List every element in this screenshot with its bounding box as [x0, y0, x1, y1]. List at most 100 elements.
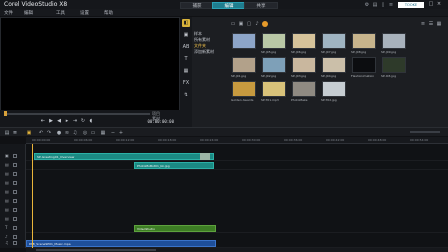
- instant-project-icon[interactable]: ▣: [182, 31, 190, 39]
- track-lane[interactable]: [26, 162, 448, 170]
- title-icon[interactable]: T: [182, 55, 190, 63]
- menu-edit[interactable]: 编辑: [24, 10, 33, 16]
- track-toggle[interactable]: [13, 241, 17, 245]
- track-toggle[interactable]: [13, 235, 17, 239]
- end-icon[interactable]: ⇥: [72, 118, 78, 124]
- photo-filter-icon[interactable]: ▢: [246, 21, 252, 27]
- preview-scrubber[interactable]: [4, 113, 150, 115]
- library-item[interactable]: [352, 33, 376, 49]
- play-icon[interactable]: ▶: [48, 118, 54, 124]
- timeline-ruler[interactable]: 00:00:00:00 00:00:06:00 00:00:12:00 00:0…: [26, 137, 448, 144]
- library-item[interactable]: [292, 81, 316, 97]
- track-toggle[interactable]: [13, 181, 17, 185]
- library-item[interactable]: [382, 33, 406, 49]
- track-toggle[interactable]: [13, 217, 17, 221]
- tab-edit[interactable]: 编辑: [212, 2, 246, 9]
- list-view-icon[interactable]: ☰: [428, 21, 434, 27]
- storyboard-view-icon[interactable]: ▤: [4, 130, 10, 136]
- library-item[interactable]: [232, 81, 256, 97]
- subtitle-icon[interactable]: ▭: [90, 130, 96, 136]
- document-icon[interactable]: ▯: [380, 2, 386, 8]
- library-item[interactable]: [292, 33, 316, 49]
- library-item-label: SP-T02.jpg: [321, 98, 337, 102]
- import-icon[interactable]: ▭: [230, 21, 236, 27]
- track-lane[interactable]: [26, 225, 448, 233]
- library-item-label: SP-J07.jpg: [321, 50, 337, 54]
- media-icon[interactable]: ◧: [182, 19, 190, 27]
- library-item[interactable]: [292, 57, 316, 73]
- redo-icon[interactable]: ↷: [46, 130, 52, 136]
- preview-window[interactable]: [0, 17, 180, 124]
- home-icon[interactable]: ⇤: [40, 118, 46, 124]
- close-icon[interactable]: ×: [436, 1, 442, 7]
- tab-capture[interactable]: 捕获: [180, 2, 214, 9]
- library-item[interactable]: [262, 57, 286, 73]
- overlay-clip[interactable]: PhotoMoBot01_bk.jpg: [134, 162, 214, 169]
- timeline-view-icon[interactable]: ≣: [12, 130, 18, 136]
- auto-music-icon[interactable]: ♫: [72, 130, 78, 136]
- timeline-scrollbar[interactable]: [26, 248, 448, 252]
- folder-add-new[interactable]: 添加新素材: [194, 49, 228, 54]
- gear-icon[interactable]: ⚙: [364, 2, 370, 8]
- tab-share[interactable]: 共享: [244, 2, 278, 9]
- library-item[interactable]: [262, 81, 286, 97]
- grid-view-icon[interactable]: ▦: [436, 21, 442, 27]
- library-item[interactable]: [382, 57, 406, 73]
- library-item[interactable]: [322, 57, 346, 73]
- motion-tracking-icon[interactable]: ◎: [82, 130, 88, 136]
- library-item[interactable]: [262, 33, 286, 49]
- film-icon[interactable]: ▤: [372, 2, 378, 8]
- library-item[interactable]: [322, 81, 346, 97]
- graphic-icon[interactable]: ▦: [182, 67, 190, 75]
- import-media-icon[interactable]: [262, 21, 268, 27]
- menu-file[interactable]: 文件: [4, 10, 13, 16]
- library-item[interactable]: [322, 33, 346, 49]
- timecode-readout[interactable]: 00:00:00:00: [148, 119, 175, 124]
- timeline-zoom-slider[interactable]: [410, 131, 440, 133]
- repeat-icon[interactable]: ↻: [80, 118, 86, 124]
- audio-filter-icon[interactable]: ♪: [254, 21, 260, 27]
- track-toggle[interactable]: [13, 199, 17, 203]
- library-item[interactable]: [232, 33, 256, 49]
- track-toggle[interactable]: [13, 172, 17, 176]
- multi-camera-icon[interactable]: ▦: [100, 130, 106, 136]
- music-clip[interactable]: PAB_SceneSP01_Music.mpa: [26, 240, 216, 247]
- voice-track-icon: ♪: [5, 234, 8, 239]
- volume-icon[interactable]: ◖: [88, 118, 94, 124]
- zoom-in-icon[interactable]: +: [118, 130, 124, 136]
- undo-icon[interactable]: ↶: [38, 130, 44, 136]
- track-toggle[interactable]: [13, 208, 17, 212]
- scrubber-handle[interactable]: [4, 111, 7, 116]
- library-item[interactable]: [352, 57, 376, 73]
- previous-frame-icon[interactable]: ◀: [56, 118, 62, 124]
- track-toggle[interactable]: [13, 226, 17, 230]
- menu-help[interactable]: 帮助: [104, 10, 113, 16]
- library-item[interactable]: [232, 57, 256, 73]
- playhead[interactable]: [32, 144, 33, 248]
- library-item-label: SP-I03.jpg: [381, 74, 397, 78]
- scrollbar-thumb[interactable]: [36, 249, 156, 251]
- next-frame-icon[interactable]: ▸: [64, 118, 70, 124]
- fx-icon[interactable]: FX: [182, 79, 190, 87]
- folder-samples[interactable]: 样本: [194, 31, 228, 36]
- record-icon[interactable]: ●: [56, 130, 62, 136]
- library-toolbar: ▭ ▣ ▢ ♪ ≡ ☰ ▦: [230, 19, 446, 29]
- track-toggle[interactable]: [13, 190, 17, 194]
- note-icon[interactable]: ≡: [388, 2, 394, 8]
- mixer-icon[interactable]: ≋: [64, 130, 70, 136]
- track-toggle[interactable]: [13, 154, 17, 158]
- menu-tools[interactable]: 工具: [56, 10, 65, 16]
- transition-icon[interactable]: AB: [182, 43, 190, 51]
- track-toggle[interactable]: [13, 163, 17, 167]
- path-icon[interactable]: ↯: [182, 91, 190, 99]
- sort-icon[interactable]: ≡: [420, 21, 426, 27]
- folder-folder[interactable]: 文件夹: [194, 43, 228, 48]
- video-filter-icon[interactable]: ▣: [238, 21, 244, 27]
- folder-all-media[interactable]: 所有素材: [194, 37, 228, 42]
- zoom-out-icon[interactable]: −: [110, 130, 116, 136]
- timeline-mode-icon[interactable]: ▣: [26, 130, 32, 136]
- ruler-tick: 00:00:12:00: [116, 138, 135, 142]
- video-clip[interactable]: SP-Greeting01_Overview: [34, 153, 214, 160]
- menu-settings[interactable]: 设置: [80, 10, 89, 16]
- title-clip[interactable]: VideoStudio: [134, 225, 216, 232]
